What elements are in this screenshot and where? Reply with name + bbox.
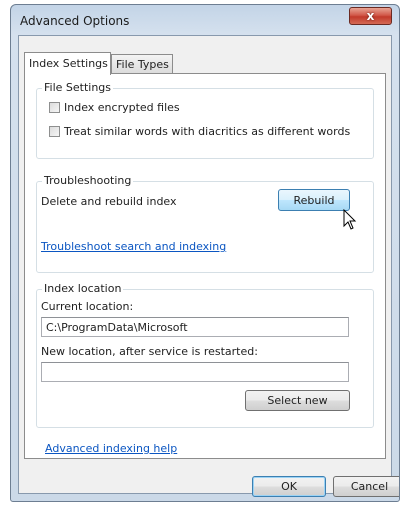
rebuild-button[interactable]: Rebuild — [278, 189, 350, 211]
index-location-legend: Index location — [42, 282, 124, 295]
tab-index-settings[interactable]: Index Settings — [24, 52, 111, 75]
index-location-group: Index location Current location: C:\Prog… — [36, 282, 374, 428]
dialog-client-area: Index Settings File Types File Settings … — [18, 35, 399, 497]
select-new-button[interactable]: Select new — [245, 390, 350, 411]
advanced-indexing-help-link[interactable]: Advanced indexing help — [45, 442, 177, 455]
rebuild-description: Delete and rebuild index — [41, 195, 177, 208]
troubleshoot-link[interactable]: Troubleshoot search and indexing — [41, 240, 226, 253]
advanced-options-dialog: Advanced Options x Index Settings File T… — [10, 4, 400, 502]
dialog-title: Advanced Options — [20, 14, 130, 28]
troubleshooting-group: Troubleshooting Delete and rebuild index… — [36, 174, 374, 273]
ok-button[interactable]: OK — [252, 476, 326, 497]
tab-file-types-label: File Types — [116, 58, 169, 71]
index-encrypted-label: Index encrypted files — [64, 101, 180, 114]
diacritics-label: Treat similar words with diacritics as d… — [64, 125, 351, 138]
index-settings-panel: File Settings Index encrypted files Trea… — [24, 73, 386, 459]
diacritics-checkbox[interactable] — [49, 126, 60, 137]
current-location-field[interactable]: C:\ProgramData\Microsoft — [41, 317, 349, 337]
title-bar[interactable]: Advanced Options x — [11, 5, 399, 35]
close-icon: x — [366, 9, 375, 23]
file-settings-group: File Settings Index encrypted files Trea… — [36, 81, 374, 159]
new-location-field[interactable] — [41, 362, 349, 382]
close-button[interactable]: x — [349, 7, 392, 25]
new-location-label: New location, after service is restarted… — [41, 345, 258, 358]
current-location-label: Current location: — [41, 300, 134, 313]
tab-file-types[interactable]: File Types — [111, 54, 173, 73]
troubleshooting-legend: Troubleshooting — [42, 174, 134, 187]
index-encrypted-checkbox[interactable] — [49, 102, 60, 113]
file-settings-legend: File Settings — [42, 81, 114, 94]
index-encrypted-option[interactable]: Index encrypted files — [49, 101, 180, 114]
cancel-button[interactable]: Cancel — [333, 476, 399, 497]
diacritics-option[interactable]: Treat similar words with diacritics as d… — [49, 125, 350, 138]
tab-index-settings-label: Index Settings — [29, 57, 108, 70]
